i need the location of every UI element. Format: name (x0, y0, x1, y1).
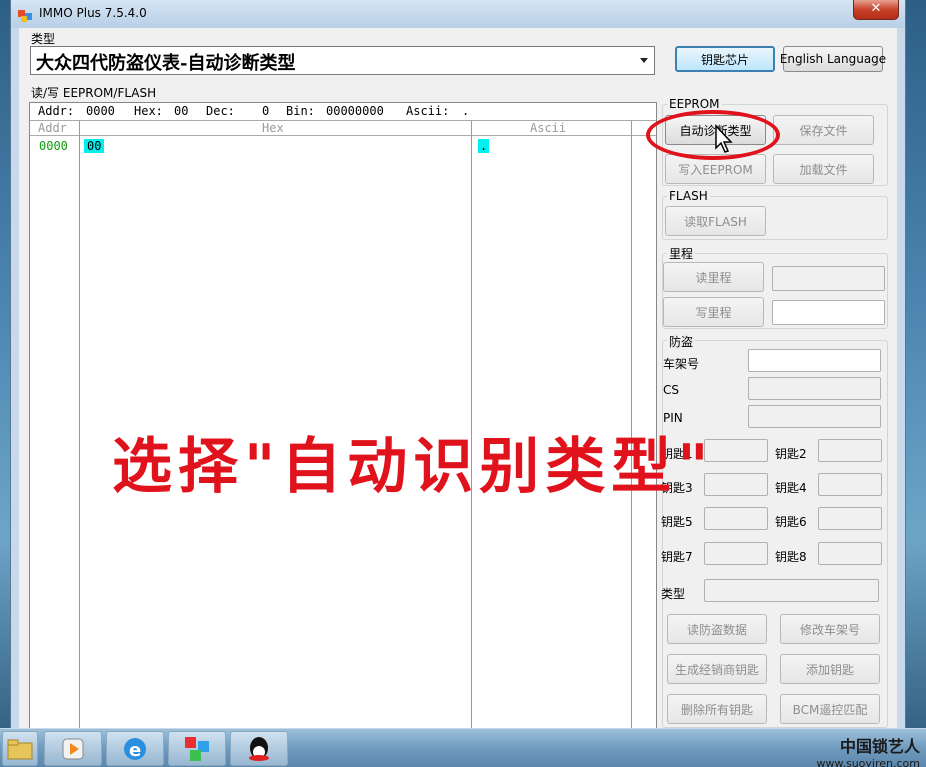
chevron-down-icon[interactable] (640, 58, 648, 63)
pin-field[interactable] (748, 405, 881, 428)
key8-field[interactable] (818, 542, 882, 565)
taskbar-folder-icon[interactable] (2, 731, 38, 766)
hex-cell-selected[interactable]: 00 (84, 139, 105, 153)
rw-label: 读/写 EEPROM/FLASH (31, 86, 157, 100)
write-mileage-button[interactable]: 写里程 (663, 297, 764, 327)
svg-text:e: e (129, 740, 141, 761)
type-select-value: 大众四代防盗仪表-自动诊断类型 (36, 53, 296, 74)
watermark-brand: 中国锁艺人 (839, 737, 920, 756)
hex-label: Hex: (134, 104, 163, 118)
ascii-value: . (462, 104, 470, 118)
taskbar-ie-icon[interactable]: e (106, 731, 164, 766)
taskbar-mfc-app-icon[interactable] (168, 731, 226, 766)
watermark: 中国锁艺人 www.suoyiren.com (817, 733, 921, 767)
generate-dealer-key-button[interactable]: 生成经销商钥匙 (667, 654, 767, 684)
bin-value: 00000000 (326, 104, 384, 118)
hex-value: 00 (174, 104, 189, 118)
immo-type-label: 类型 (661, 587, 686, 601)
save-file-button[interactable]: 保存文件 (773, 115, 874, 145)
taskbar-qq-icon[interactable] (230, 731, 288, 766)
bin-label: Bin: (286, 104, 315, 118)
key6-field[interactable] (818, 507, 882, 530)
key2-label: 钥匙2 (775, 447, 807, 461)
key5-field[interactable] (704, 507, 768, 530)
key4-field[interactable] (818, 473, 882, 496)
load-file-button[interactable]: 加载文件 (773, 154, 874, 184)
key2-field[interactable] (818, 439, 882, 462)
immo-label: 防盗 (667, 333, 696, 350)
highlight-ring (646, 110, 780, 160)
addr-label: Addr: (38, 104, 75, 118)
row-addr: 0000 (39, 139, 68, 153)
taskbar-media-player-icon[interactable] (44, 731, 102, 766)
mileage-read-field[interactable] (772, 266, 885, 291)
dec-label: Dec: (206, 104, 235, 118)
read-flash-button[interactable]: 读取FLASH (665, 206, 766, 236)
instruction-overlay-text: 选择"自动识别类型" (112, 432, 715, 502)
add-key-button[interactable]: 添加钥匙 (780, 654, 880, 684)
english-language-button[interactable]: English Language (780, 46, 886, 72)
title-bar[interactable]: IMMO Plus 7.5.4.0 ✕ (11, 0, 905, 28)
app-icon (18, 10, 32, 22)
key7-field[interactable] (704, 542, 768, 565)
vin-field[interactable] (748, 349, 881, 372)
type-select[interactable]: 大众四代防盗仪表-自动诊断类型 (30, 46, 655, 75)
addr-value: 0000 (86, 104, 115, 118)
dec-value: 0 (262, 104, 270, 118)
bcm-remote-match-button[interactable]: BCM遥控匹配 (780, 694, 880, 724)
key7-label: 钥匙7 (661, 550, 693, 564)
hex-column-header: Addr Hex Ascii (30, 121, 656, 136)
mileage-label: 里程 (667, 245, 696, 262)
key8-label: 钥匙8 (775, 550, 807, 564)
read-immo-data-button[interactable]: 读防盗数据 (667, 614, 767, 644)
immo-type-field[interactable] (704, 579, 879, 602)
col-hex: Hex (262, 121, 284, 135)
cs-field[interactable] (748, 377, 881, 400)
taskbar: e 中国锁艺人 www.suoyiren.com (0, 728, 926, 767)
mouse-cursor-icon (715, 124, 733, 153)
modify-vin-button[interactable]: 修改车架号 (780, 614, 880, 644)
delete-all-keys-button[interactable]: 删除所有钥匙 (667, 694, 767, 724)
mileage-write-field[interactable] (772, 300, 885, 325)
cs-label: CS (663, 383, 679, 397)
hex-status-bar: Addr: 0000 Hex: 00 Dec: 0 Bin: 00000000 … (30, 103, 656, 121)
window-title: IMMO Plus 7.5.4.0 (39, 6, 147, 20)
key5-label: 钥匙5 (661, 515, 693, 529)
key-chip-button[interactable]: 钥匙芯片 (675, 46, 775, 72)
close-button[interactable]: ✕ (853, 0, 899, 20)
read-mileage-button[interactable]: 读里程 (663, 262, 764, 292)
key6-label: 钥匙6 (775, 515, 807, 529)
eeprom-label: EEPROM (667, 97, 722, 111)
watermark-url: www.suoyiren.com (816, 757, 921, 767)
hex-editor[interactable]: Addr: 0000 Hex: 00 Dec: 0 Bin: 00000000 … (29, 102, 657, 732)
vin-label: 车架号 (663, 357, 700, 371)
col-ascii: Ascii (530, 121, 567, 135)
ascii-cell-selected[interactable]: . (478, 139, 490, 153)
app-window: IMMO Plus 7.5.4.0 ✕ 类型 大众四代防盗仪表-自动诊断类型 钥… (10, 0, 906, 732)
col-addr: Addr (38, 121, 67, 135)
flash-label: FLASH (667, 189, 710, 203)
key4-label: 钥匙4 (775, 481, 807, 495)
divider (79, 121, 80, 731)
ascii-label: Ascii: (406, 104, 450, 118)
type-label: 类型 (31, 32, 56, 46)
